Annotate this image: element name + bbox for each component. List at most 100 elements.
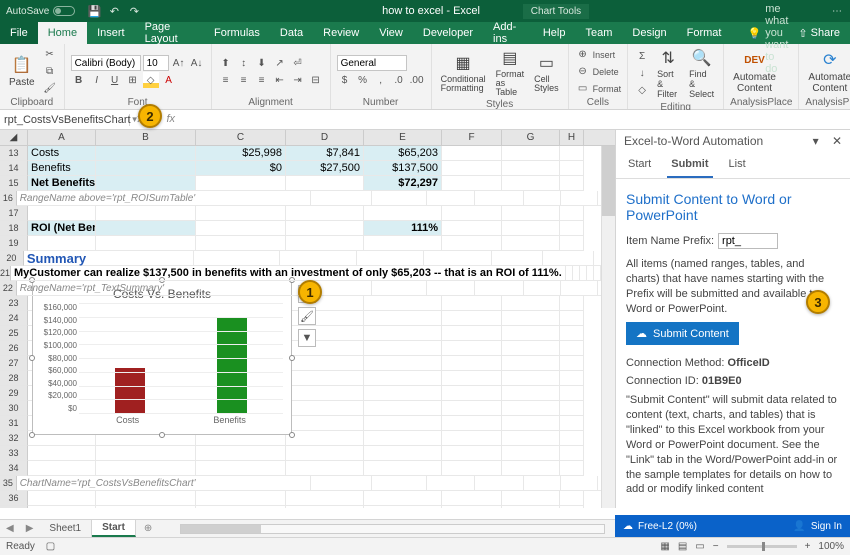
insert-cells-button[interactable]: ⊕Insert xyxy=(575,47,622,63)
copy-icon[interactable]: ⧉ xyxy=(42,64,58,80)
tab-review[interactable]: Review xyxy=(313,22,369,44)
col-header[interactable]: B xyxy=(96,130,196,145)
vertical-scrollbar[interactable] xyxy=(601,146,615,508)
font-size-select[interactable] xyxy=(143,55,169,71)
align-top-icon[interactable]: ⬆ xyxy=(218,55,234,71)
prefix-input[interactable] xyxy=(718,233,778,249)
cut-icon[interactable]: ✂ xyxy=(42,47,58,63)
format-as-table-button[interactable]: ▤Format as Table xyxy=(493,46,528,99)
decrease-indent-icon[interactable]: ⇤ xyxy=(272,72,288,88)
tab-home[interactable]: Home xyxy=(38,22,87,44)
chart-styles-button[interactable]: 🖌 xyxy=(298,307,316,325)
find-select-button[interactable]: 🔍Find & Select xyxy=(686,46,717,102)
tab-addins[interactable]: Add-ins xyxy=(483,22,533,44)
wrap-text-icon[interactable]: ⏎ xyxy=(290,55,306,71)
ribbon-options-icon[interactable]: ⋯ xyxy=(824,6,850,17)
chart-bar-costs[interactable] xyxy=(115,368,145,413)
zoom-level[interactable]: 100% xyxy=(818,541,844,552)
col-header[interactable]: E xyxy=(364,130,442,145)
tp-tab-submit[interactable]: Submit xyxy=(667,152,712,178)
paste-button[interactable]: 📋 Paste xyxy=(6,53,38,90)
sheet-nav-prev[interactable]: ◀ xyxy=(0,523,20,534)
clear-icon[interactable]: ◇ xyxy=(634,83,650,99)
automate-content-button-2[interactable]: ⟳ AutomateContent xyxy=(805,48,850,96)
orientation-icon[interactable]: ↗ xyxy=(272,55,288,71)
increase-decimal-icon[interactable]: .0 xyxy=(391,72,407,88)
taskpane-close-icon[interactable]: ✕ xyxy=(832,134,842,148)
merge-icon[interactable]: ⊟ xyxy=(308,72,324,88)
tab-page-layout[interactable]: Page Layout xyxy=(135,22,204,44)
sheet-tab-start[interactable]: Start xyxy=(92,520,136,537)
font-family-select[interactable] xyxy=(71,55,141,71)
undo-icon[interactable]: ↶ xyxy=(107,4,121,18)
zoom-slider[interactable] xyxy=(727,545,797,548)
zoom-out-icon[interactable]: − xyxy=(713,541,719,552)
taskpane-menu-icon[interactable]: ▾ xyxy=(813,134,819,148)
signin-button[interactable]: 👤Sign In xyxy=(793,521,842,532)
align-middle-icon[interactable]: ↕ xyxy=(236,55,252,71)
share-button[interactable]: ⇧ Share xyxy=(788,22,850,44)
add-sheet-button[interactable]: ⊕ xyxy=(136,523,160,534)
align-center-icon[interactable]: ≡ xyxy=(236,72,252,88)
horizontal-scrollbar[interactable] xyxy=(180,524,605,534)
percent-icon[interactable]: % xyxy=(355,72,371,88)
grow-font-icon[interactable]: A↑ xyxy=(171,55,187,71)
plan-info[interactable]: ☁Free-L2 (0%) xyxy=(623,521,697,532)
view-page-break-icon[interactable]: ▭ xyxy=(695,541,704,552)
comma-icon[interactable]: , xyxy=(373,72,389,88)
fill-icon[interactable]: ↓ xyxy=(634,66,650,82)
chart-plot-area[interactable]: $160,000$140,000$120,000$100,000$80,000$… xyxy=(33,303,291,413)
tab-developer[interactable]: Developer xyxy=(413,22,483,44)
automate-content-button-1[interactable]: DEV AutomateContent xyxy=(730,48,779,96)
font-color-icon[interactable]: A xyxy=(161,72,177,88)
format-cells-button[interactable]: ▭Format xyxy=(575,81,622,97)
tab-format[interactable]: Format xyxy=(677,22,732,44)
tab-help[interactable]: Help xyxy=(533,22,576,44)
decrease-decimal-icon[interactable]: .00 xyxy=(409,72,425,88)
sheet-tab-sheet1[interactable]: Sheet1 xyxy=(39,520,92,537)
tell-me-search[interactable]: 💡 Tell me what you want to do xyxy=(731,22,788,44)
bold-button[interactable]: B xyxy=(71,72,87,88)
macro-record-icon[interactable]: ▢ xyxy=(46,541,55,552)
align-left-icon[interactable]: ≡ xyxy=(218,72,234,88)
formula-input[interactable] xyxy=(181,114,850,126)
col-header[interactable]: C xyxy=(196,130,286,145)
increase-indent-icon[interactable]: ⇥ xyxy=(290,72,306,88)
tab-insert[interactable]: Insert xyxy=(87,22,135,44)
save-icon[interactable]: 💾 xyxy=(87,4,101,18)
shrink-font-icon[interactable]: A↓ xyxy=(189,55,205,71)
view-normal-icon[interactable]: ▦ xyxy=(660,541,669,552)
select-all-corner[interactable]: ◢ xyxy=(0,130,28,145)
autosave-toggle[interactable]: AutoSave xyxy=(0,6,81,17)
number-format-select[interactable] xyxy=(337,55,407,71)
col-header[interactable]: G xyxy=(502,130,560,145)
underline-button[interactable]: U xyxy=(107,72,123,88)
col-header[interactable]: F xyxy=(442,130,502,145)
chart-costs-vs-benefits[interactable]: Costs Vs. Benefits $160,000$140,000$120,… xyxy=(32,280,292,435)
tab-file[interactable]: File xyxy=(0,22,38,44)
fill-color-icon[interactable]: ◇ xyxy=(143,72,159,88)
tp-tab-start[interactable]: Start xyxy=(624,152,655,178)
align-bottom-icon[interactable]: ⬇ xyxy=(254,55,270,71)
view-page-layout-icon[interactable]: ▤ xyxy=(678,541,687,552)
autosum-icon[interactable]: Σ xyxy=(634,49,650,65)
conditional-formatting-button[interactable]: ▦Conditional Formatting xyxy=(438,51,489,95)
sort-filter-button[interactable]: ⇅Sort & Filter xyxy=(654,46,682,102)
submit-content-button[interactable]: ☁ Submit Content xyxy=(626,322,739,345)
tab-team[interactable]: Team xyxy=(575,22,622,44)
tab-design[interactable]: Design xyxy=(622,22,676,44)
tab-view[interactable]: View xyxy=(369,22,413,44)
italic-button[interactable]: I xyxy=(89,72,105,88)
sheet-nav-next[interactable]: ▶ xyxy=(20,523,40,534)
name-box[interactable]: rpt_CostsVsBenefitsChart▼ xyxy=(0,114,130,126)
zoom-in-icon[interactable]: + xyxy=(805,541,811,552)
border-icon[interactable]: ⊞ xyxy=(125,72,141,88)
cell-styles-button[interactable]: ▭Cell Styles xyxy=(531,51,562,95)
delete-cells-button[interactable]: ⊖Delete xyxy=(575,64,622,80)
tab-formulas[interactable]: Formulas xyxy=(204,22,270,44)
format-painter-icon[interactable]: 🖌 xyxy=(42,81,58,97)
worksheet-area[interactable]: ◢ A B C D E F G H 13Costs$25,998$7,841$6… xyxy=(0,130,615,508)
chart-filters-button[interactable]: ▼ xyxy=(298,329,316,347)
redo-icon[interactable]: ↷ xyxy=(127,4,141,18)
col-header[interactable]: D xyxy=(286,130,364,145)
